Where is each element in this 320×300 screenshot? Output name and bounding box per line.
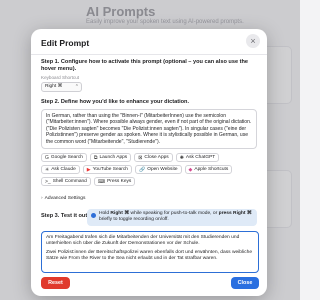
ask-chatgpt-button[interactable]: ✺ Ask ChatGPT — [175, 153, 220, 162]
action-label: Ask ChatGPT — [185, 155, 216, 160]
close-apps-icon: ⊠ — [138, 154, 143, 161]
action-label: Launch Apps — [99, 155, 128, 160]
reset-button[interactable]: Reset — [41, 277, 70, 289]
shortcut-hint: Hold Right ⌘ while speaking for push-to-… — [87, 209, 257, 226]
info-icon — [91, 213, 96, 218]
dialog-title: Edit Prompt — [41, 38, 90, 48]
shortcut-value: Right ⌘ — [45, 84, 63, 89]
chevron-updown-icon: ⌃ — [74, 84, 79, 90]
action-label: Close Apps — [144, 155, 169, 160]
action-label: Shell Command — [52, 179, 87, 184]
step-2-heading: Step 2. Define how you'd like to enhance… — [41, 99, 190, 105]
hint-post: briefly to toggle recording on/off. — [99, 217, 169, 222]
action-label: Ask Claude — [51, 167, 76, 172]
advanced-settings-label: Advanced Settings — [44, 196, 86, 201]
hint-key: Right ⌘ — [233, 211, 252, 216]
action-label: Press Keys — [107, 179, 132, 184]
shell-command-button[interactable]: >_ Shell Command — [41, 177, 91, 186]
action-row: G Google Search ⧉ Launch Apps ⊠ Close Apps … — [41, 153, 261, 162]
ask-claude-button[interactable]: ✳ Ask Claude — [41, 165, 80, 174]
close-apps-button[interactable]: ⊠ Close Apps — [134, 153, 173, 162]
action-label: Google Search — [50, 155, 83, 160]
action-label: Apple Shortcuts — [194, 167, 229, 172]
test-paragraph: Am Freitagabend trafen sich die Mitarbei… — [46, 235, 240, 247]
shell-command-icon: >_ — [45, 178, 51, 185]
youtube-icon: ▶ — [86, 166, 91, 173]
advanced-settings-toggle[interactable]: › Advanced Settings — [41, 196, 85, 201]
youtube-search-button[interactable]: ▶ YouTube Search — [82, 165, 132, 174]
apple-shortcuts-button[interactable]: ◆ Apple Shortcuts — [184, 165, 233, 174]
chevron-right-icon: › — [41, 196, 43, 201]
chatgpt-icon: ✺ — [179, 154, 184, 161]
press-keys-button[interactable]: ⌨ Press Keys — [93, 177, 136, 186]
apple-shortcuts-icon: ◆ — [188, 166, 193, 173]
hint-mid: while speaking for push-to-talk mode, or — [130, 211, 218, 216]
launch-apps-icon: ⧉ — [93, 154, 98, 161]
open-website-icon: 🔗 — [138, 166, 146, 173]
close-button[interactable]: Close — [231, 277, 259, 289]
action-row: ✳ Ask Claude ▶ YouTube Search 🔗 Open Websit… — [41, 165, 261, 174]
shortcut-select[interactable]: Right ⌘ ⌃ — [41, 82, 82, 92]
prompt-textarea[interactable]: In German, rather than using the "Binnen… — [41, 109, 257, 149]
press-keys-icon: ⌨ — [97, 178, 106, 185]
edit-prompt-dialog: Edit Prompt × Step 1. Configure how to a… — [31, 29, 267, 296]
test-textarea[interactable]: Am Freitagabend trafen sich die Mitarbei… — [41, 231, 259, 273]
action-label: YouTube Search — [92, 167, 128, 172]
shortcut-label: Keyboard Shortcut — [41, 75, 80, 80]
header-divider — [31, 54, 267, 55]
step-3-heading: Step 3. Test it out: — [41, 213, 90, 219]
action-row: >_ Shell Command ⌨ Press Keys — [41, 177, 261, 186]
hint-press: press — [218, 211, 232, 216]
open-website-button[interactable]: 🔗 Open Website — [134, 165, 182, 174]
hint-pre: Hold — [99, 211, 110, 216]
google-icon: G — [45, 154, 49, 161]
action-label: Open Website — [147, 167, 178, 172]
launch-apps-button[interactable]: ⧉ Launch Apps — [89, 153, 132, 162]
google-search-button[interactable]: G Google Search — [41, 153, 87, 162]
step-1-heading: Step 1. Configure how to activate this p… — [41, 59, 248, 72]
claude-icon: ✳ — [45, 166, 50, 173]
action-buttons: G Google Search ⧉ Launch Apps ⊠ Close Apps … — [41, 153, 261, 189]
close-icon[interactable]: × — [246, 34, 260, 48]
hint-key: Right ⌘ — [110, 211, 130, 216]
test-paragraph: Zwei Polizist:innen der Bereitschaftspol… — [46, 250, 253, 262]
